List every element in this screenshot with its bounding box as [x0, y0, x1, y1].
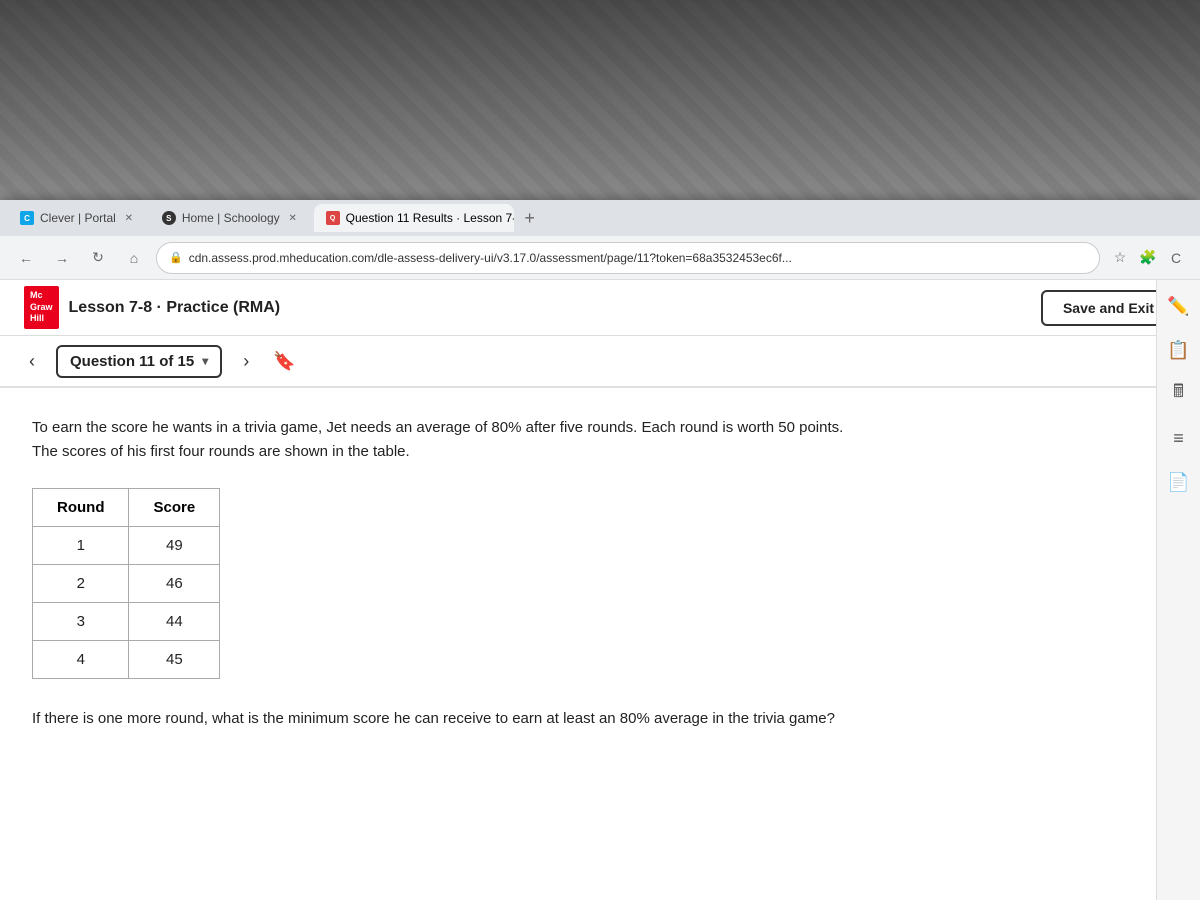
right-sidebar-tools: ✏️ 📋 🖩 ≡ 📄 — [1156, 280, 1200, 900]
tab-question-label: Question 11 Results · Lesson 7-8 — [346, 211, 514, 225]
table-cell-round-2: 2 — [33, 565, 129, 603]
bookmark-star-icon[interactable]: ☆ — [1108, 246, 1132, 270]
logo-line2: Graw — [30, 302, 53, 314]
reload-button[interactable]: ↻ — [84, 244, 112, 272]
app-header: Mc Graw Hill Lesson 7-8 · Practice (RMA)… — [0, 280, 1200, 336]
brand-logo: Mc Graw Hill Lesson 7-8 · Practice (RMA) — [24, 286, 280, 329]
tab-schoology-close[interactable]: ✕ — [286, 211, 300, 225]
table-cell-score-1: 49 — [129, 527, 220, 565]
table-cell-score-4: 45 — [129, 641, 220, 679]
address-bar-row: ← → ↻ ⌂ 🔒 cdn.assess.prod.mheducation.co… — [0, 236, 1200, 280]
profile-icon[interactable]: C — [1164, 246, 1188, 270]
table-header-round: Round — [33, 489, 129, 527]
scores-table: Round Score 149246344445 — [32, 488, 220, 679]
document-tool-button[interactable]: 📄 — [1161, 464, 1197, 500]
home-button[interactable]: ⌂ — [120, 244, 148, 272]
calculator-tool-button[interactable]: 🖩 — [1161, 376, 1197, 412]
tab-schoology-label: Home | Schoology — [182, 211, 280, 225]
table-row: 246 — [33, 565, 220, 603]
table-row: 344 — [33, 603, 220, 641]
tab-clever[interactable]: C Clever | Portal ✕ — [8, 204, 148, 232]
table-row: 445 — [33, 641, 220, 679]
chevron-down-icon: ▾ — [202, 354, 208, 368]
tab-bar: C Clever | Portal ✕ S Home | Schoology ✕… — [0, 200, 1200, 236]
bookmark-button[interactable]: 🔖 — [270, 347, 298, 375]
next-question-button[interactable]: › — [230, 345, 262, 377]
question-counter-label: Question 11 of 15 — [70, 353, 194, 370]
question-selector-dropdown[interactable]: Question 11 of 15 ▾ — [56, 345, 222, 378]
previous-question-button[interactable]: ‹ — [16, 345, 48, 377]
notes-tool-button[interactable]: 📋 — [1161, 332, 1197, 368]
question-tab-icon: Q — [326, 211, 340, 225]
forward-button[interactable]: → — [48, 244, 76, 272]
browser-actions: ☆ 🧩 C — [1108, 246, 1188, 270]
logo-line1: Mc — [30, 290, 53, 302]
tab-clever-label: Clever | Portal — [40, 211, 116, 225]
table-cell-round-4: 4 — [33, 641, 129, 679]
browser-frame: C Clever | Portal ✕ S Home | Schoology ✕… — [0, 200, 1200, 900]
tab-clever-close[interactable]: ✕ — [122, 211, 136, 225]
new-tab-button[interactable]: + — [516, 204, 544, 232]
logo-line3: Hill — [30, 313, 53, 325]
clever-tab-icon: C — [20, 211, 34, 225]
table-cell-round-1: 1 — [33, 527, 129, 565]
address-text: cdn.assess.prod.mheducation.com/dle-asse… — [189, 251, 1087, 265]
lock-icon: 🔒 — [169, 251, 183, 264]
question-nav-bar: ‹ Question 11 of 15 ▾ › 🔖 — [0, 336, 1200, 388]
lesson-title: Lesson 7-8 · Practice (RMA) — [69, 299, 281, 317]
tab-schoology[interactable]: S Home | Schoology ✕ — [150, 204, 312, 232]
schoology-tab-icon: S — [162, 211, 176, 225]
back-button[interactable]: ← — [12, 244, 40, 272]
extensions-icon[interactable]: 🧩 — [1136, 246, 1160, 270]
table-cell-round-3: 3 — [33, 603, 129, 641]
table-row: 149 — [33, 527, 220, 565]
follow-up-question: If there is one more round, what is the … — [32, 707, 852, 731]
question-content-area: To earn the score he wants in a trivia g… — [0, 388, 1200, 900]
lines-tool-button[interactable]: ≡ — [1161, 420, 1197, 456]
pencil-tool-button[interactable]: ✏️ — [1161, 288, 1197, 324]
table-header-score: Score — [129, 489, 220, 527]
mcgraw-hill-logo: Mc Graw Hill — [24, 286, 59, 329]
address-bar[interactable]: 🔒 cdn.assess.prod.mheducation.com/dle-as… — [156, 242, 1100, 274]
app-content: Mc Graw Hill Lesson 7-8 · Practice (RMA)… — [0, 280, 1200, 900]
table-cell-score-2: 46 — [129, 565, 220, 603]
question-prompt: To earn the score he wants in a trivia g… — [32, 416, 852, 464]
tab-question[interactable]: Q Question 11 Results · Lesson 7-8 ✕ — [314, 204, 514, 232]
table-cell-score-3: 44 — [129, 603, 220, 641]
